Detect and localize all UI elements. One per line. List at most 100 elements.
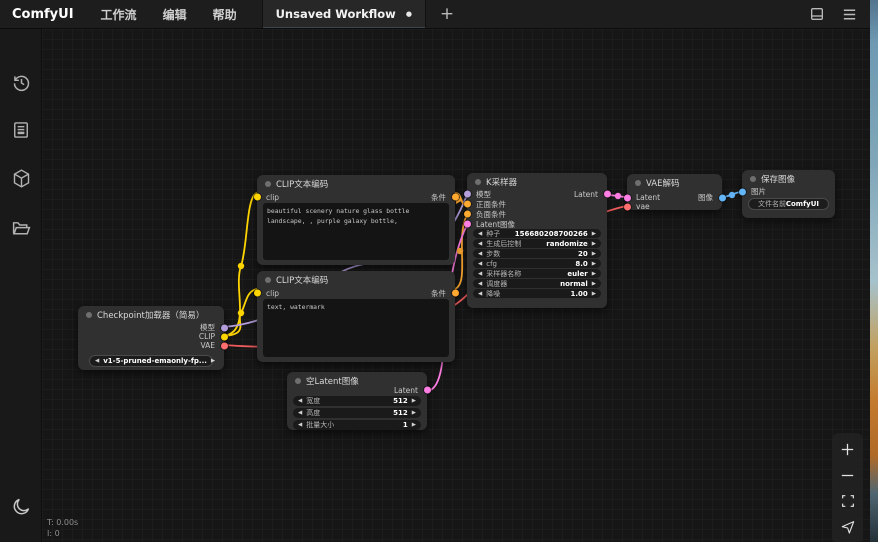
input-slot-image[interactable]: 图片 bbox=[738, 187, 835, 196]
node-collapse-dot[interactable] bbox=[265, 180, 271, 187]
node-empty-latent-image[interactable]: 空Latent图像 Latent ◀ 宽度 512 ▶ ◀ 高度 512 ▶ ◀… bbox=[287, 372, 431, 430]
output-slot-clip[interactable]: CLIP bbox=[78, 332, 228, 341]
slot-dot-latent[interactable] bbox=[603, 190, 611, 198]
widget-scheduler[interactable]: ◀ 调度器 normal ▶ bbox=[473, 279, 601, 288]
node-collapse-dot[interactable] bbox=[750, 175, 756, 182]
decrement-icon[interactable]: ◀ bbox=[478, 231, 482, 237]
node-clip-text-encode-negative[interactable]: CLIP文本编码 clip 条件 text, watermark bbox=[253, 271, 459, 362]
slot-dot-conditioning-output[interactable] bbox=[451, 193, 459, 201]
decrement-icon[interactable]: ◀ bbox=[478, 241, 482, 247]
decrement-icon[interactable]: ◀ bbox=[298, 398, 302, 404]
increment-icon[interactable]: ▶ bbox=[592, 271, 596, 277]
input-slot-negative[interactable]: 负面条件 bbox=[463, 209, 607, 219]
workflows-browser-button[interactable] bbox=[0, 208, 42, 248]
increment-icon[interactable]: ▶ bbox=[592, 251, 596, 257]
slot-dot-vae[interactable] bbox=[220, 342, 228, 349]
node-checkpoint-loader[interactable]: Checkpoint加载器（简易） 模型 CLIP VAE ◀ Checkpoi… bbox=[78, 306, 228, 370]
increment-icon[interactable]: ▶ bbox=[412, 410, 416, 416]
queue-history-button[interactable] bbox=[0, 62, 42, 102]
node-collapse-dot[interactable] bbox=[635, 179, 641, 186]
node-title-bar[interactable]: VAE解码 bbox=[627, 174, 722, 189]
increment-icon[interactable]: ▶ bbox=[592, 261, 596, 267]
increment-icon[interactable]: ▶ bbox=[592, 241, 596, 247]
output-slot-latent[interactable]: Latent bbox=[287, 386, 431, 395]
output-slot-conditioning[interactable]: 条件 bbox=[431, 192, 446, 203]
decrement-icon[interactable]: ◀ bbox=[298, 422, 302, 428]
decrement-icon[interactable]: ◀ bbox=[478, 251, 482, 257]
increment-icon[interactable]: ▶ bbox=[592, 231, 596, 237]
slot-dot-latent[interactable] bbox=[423, 386, 431, 394]
fit-view-button[interactable] bbox=[832, 488, 863, 514]
slot-dot-model[interactable] bbox=[220, 324, 228, 331]
increment-icon[interactable]: ▶ bbox=[211, 358, 215, 364]
node-collapse-dot[interactable] bbox=[295, 377, 301, 384]
model-library-button[interactable] bbox=[0, 158, 42, 198]
node-save-image[interactable]: 保存图像 图片 文件名前缀 ComfyUI bbox=[738, 170, 835, 218]
increment-icon[interactable]: ▶ bbox=[412, 422, 416, 428]
input-slot-clip[interactable]: clip bbox=[266, 193, 279, 202]
slot-dot-clip-input[interactable] bbox=[253, 193, 261, 201]
unsaved-indicator-dot[interactable]: ● bbox=[406, 10, 412, 18]
decrement-icon[interactable]: ◀ bbox=[298, 410, 302, 416]
widget-batch-size[interactable]: ◀ 批量大小 1 ▶ bbox=[293, 420, 421, 430]
decrement-icon[interactable]: ◀ bbox=[478, 271, 482, 277]
widget-steps[interactable]: ◀ 步数 20 ▶ bbox=[473, 249, 601, 258]
node-canvas[interactable] bbox=[42, 29, 878, 542]
output-slot-conditioning[interactable]: 条件 bbox=[431, 288, 446, 299]
decrement-icon[interactable]: ◀ bbox=[478, 261, 482, 267]
node-collapse-dot[interactable] bbox=[265, 276, 271, 283]
increment-icon[interactable]: ▶ bbox=[592, 281, 596, 287]
input-slot-positive[interactable]: 正面条件 bbox=[463, 199, 607, 209]
slot-dot-clip[interactable] bbox=[220, 333, 228, 340]
input-slot-vae[interactable]: vae bbox=[623, 202, 722, 211]
widget-width[interactable]: ◀ 宽度 512 ▶ bbox=[293, 396, 421, 406]
input-slot-clip[interactable]: clip bbox=[266, 289, 279, 298]
node-clip-text-encode-positive[interactable]: CLIP文本编码 clip 条件 beautiful scenery natur… bbox=[253, 175, 459, 265]
node-library-button[interactable] bbox=[0, 110, 42, 150]
output-slot-model[interactable]: 模型 bbox=[78, 323, 228, 332]
decrement-icon[interactable]: ◀ bbox=[95, 358, 99, 364]
slot-dot-latent[interactable] bbox=[623, 194, 631, 201]
new-workflow-button[interactable]: + bbox=[426, 4, 468, 24]
widget-filename-prefix[interactable]: 文件名前缀 ComfyUI bbox=[748, 198, 829, 210]
slot-dot-negative[interactable] bbox=[463, 210, 471, 218]
widget-sampler-name[interactable]: ◀ 采样器名称 euler ▶ bbox=[473, 269, 601, 278]
node-title-bar[interactable]: 空Latent图像 bbox=[287, 372, 427, 387]
node-title-bar[interactable]: K采样器 bbox=[467, 173, 607, 188]
node-title-bar[interactable]: CLIP文本编码 bbox=[257, 271, 455, 286]
node-collapse-dot[interactable] bbox=[86, 311, 92, 318]
node-vae-decode[interactable]: VAE解码 Latent vae 图像 bbox=[623, 174, 726, 211]
decrement-icon[interactable]: ◀ bbox=[478, 281, 482, 287]
bottom-panel-icon[interactable] bbox=[808, 5, 826, 23]
node-title-bar[interactable]: 保存图像 bbox=[742, 170, 835, 185]
widget-control-after-generate[interactable]: ◀ 生成后控制 randomize ▶ bbox=[473, 239, 601, 248]
output-slot-latent[interactable]: Latent bbox=[547, 189, 611, 199]
slot-dot-image[interactable] bbox=[718, 194, 726, 201]
increment-icon[interactable]: ▶ bbox=[412, 398, 416, 404]
negative-prompt-textarea[interactable]: text, watermark bbox=[263, 299, 449, 357]
zoom-in-button[interactable] bbox=[832, 436, 863, 462]
widget-cfg[interactable]: ◀ cfg 8.0 ▶ bbox=[473, 259, 601, 268]
slot-dot-clip-input[interactable] bbox=[253, 289, 261, 297]
widget-seed[interactable]: ◀ 种子 156680208700266 ▶ bbox=[473, 229, 601, 238]
menu-help[interactable]: 帮助 bbox=[200, 6, 250, 23]
increment-icon[interactable]: ▶ bbox=[592, 291, 596, 297]
slot-dot-conditioning-output[interactable] bbox=[451, 289, 459, 297]
widget-denoise[interactable]: ◀ 降噪 1.00 ▶ bbox=[473, 289, 601, 298]
widget-height[interactable]: ◀ 高度 512 ▶ bbox=[293, 408, 421, 418]
side-panel-image-edge[interactable] bbox=[870, 0, 878, 542]
workflow-tab[interactable]: Unsaved Workflow ● bbox=[261, 0, 426, 28]
slot-dot-model[interactable] bbox=[463, 190, 471, 198]
focus-selection-button[interactable] bbox=[832, 514, 863, 540]
slot-dot-positive[interactable] bbox=[463, 200, 471, 208]
zoom-out-button[interactable] bbox=[832, 462, 863, 488]
output-slot-image[interactable]: 图像 bbox=[682, 193, 726, 202]
slot-dot-latent-image[interactable] bbox=[463, 220, 471, 228]
node-title-bar[interactable]: Checkpoint加载器（简易） bbox=[78, 306, 224, 321]
node-collapse-dot[interactable] bbox=[475, 178, 481, 185]
menu-edit[interactable]: 编辑 bbox=[150, 6, 200, 23]
node-title-bar[interactable]: CLIP文本编码 bbox=[257, 175, 455, 190]
slot-dot-vae[interactable] bbox=[623, 203, 631, 210]
node-ksampler[interactable]: K采样器 模型 正面条件 负面条件 Latent图像 Latent ◀ 种子 1… bbox=[463, 173, 611, 308]
positive-prompt-textarea[interactable]: beautiful scenery nature glass bottle la… bbox=[263, 203, 449, 260]
